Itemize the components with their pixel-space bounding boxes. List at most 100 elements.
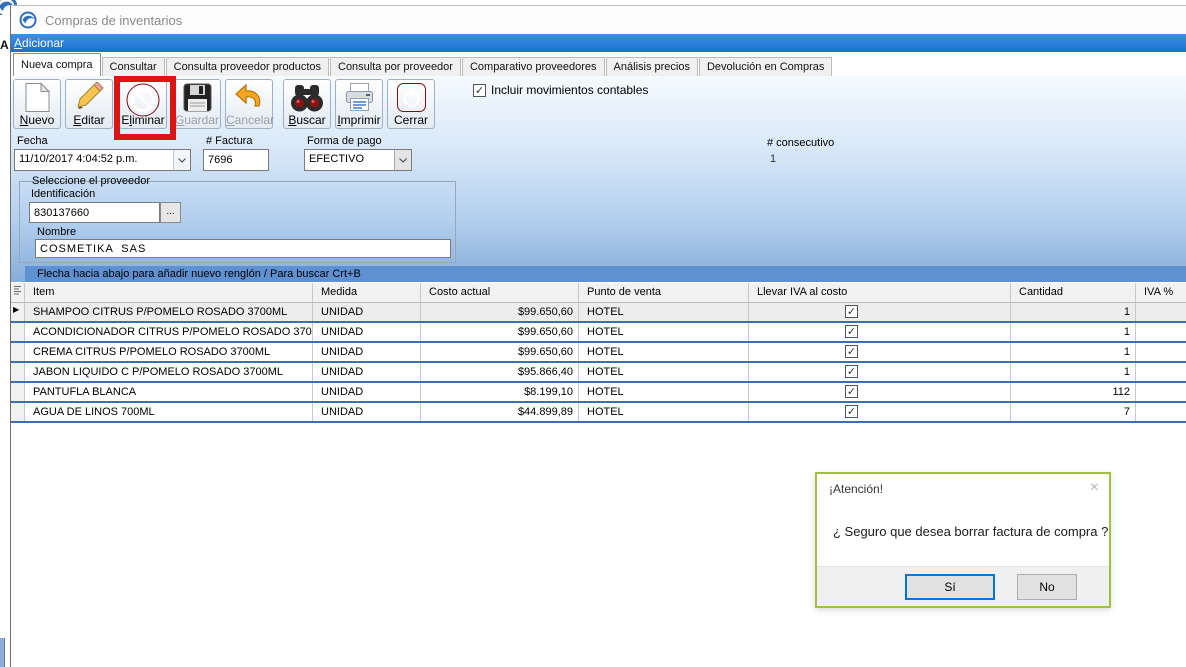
consecutivo-value: 1	[770, 153, 776, 165]
fecha-label: Fecha	[17, 135, 48, 147]
menu-item-adicionar[interactable]: Adicionar	[11, 34, 67, 50]
identificacion-label: Identificación	[31, 188, 95, 200]
binoculars-icon	[284, 80, 330, 114]
row-selector-header[interactable]	[11, 283, 25, 302]
grid-hint-bar: Flecha hacia abajo para añadir nuevo ren…	[25, 266, 1186, 282]
column-header-cantidad[interactable]: Cantidad	[1011, 283, 1136, 302]
row-cell	[1136, 343, 1186, 361]
row-cell	[1136, 303, 1186, 321]
row-cell	[11, 343, 25, 361]
row-cell: 1	[1011, 303, 1136, 321]
iva-checkbox[interactable]: ✓	[845, 385, 858, 398]
guardar-button[interactable]: Guardar	[173, 79, 221, 129]
row-cell: ✓	[749, 343, 1011, 361]
undo-icon	[226, 80, 272, 114]
tab-consulta-proveedor-productos[interactable]: Consulta proveedor productos	[166, 57, 329, 76]
guardar-button-label: Guardar	[174, 114, 220, 126]
cancelar-button[interactable]: Cancelar	[225, 79, 273, 129]
save-icon	[174, 80, 220, 114]
row-cell: HOTEL	[579, 383, 749, 401]
factura-label: # Factura	[206, 135, 252, 147]
consecutivo-label: # consecutivo	[767, 137, 834, 149]
tab-consulta-por-proveedor[interactable]: Consulta por proveedor	[330, 57, 461, 76]
iva-checkbox[interactable]: ✓	[845, 325, 858, 338]
column-header-costo-actual[interactable]: Costo actual	[421, 283, 579, 302]
row-cell	[11, 403, 25, 421]
row-cell: UNIDAD	[313, 403, 421, 421]
row-cell: UNIDAD	[313, 323, 421, 341]
column-header-item[interactable]: Item	[25, 283, 313, 302]
nombre-label: Nombre	[37, 226, 76, 238]
table-row[interactable]: ACONDICIONADOR CITRUS P/POMELO ROSADO 37…	[11, 323, 1186, 343]
tab-strip: Nueva compraConsultarConsulta proveedor …	[11, 52, 1186, 76]
nombre-input[interactable]	[35, 239, 451, 258]
row-cell: 1	[1011, 363, 1136, 381]
row-cell: UNIDAD	[313, 363, 421, 381]
nuevo-button-label: Nuevo	[14, 114, 60, 126]
row-cell: ▶	[11, 303, 25, 321]
yes-button[interactable]: Sí	[905, 574, 995, 600]
tab-comparativo-proveedores[interactable]: Comparativo proveedores	[462, 57, 605, 76]
dialog-message: ¿ Seguro que desea borrar factura de com…	[833, 524, 1108, 539]
include-movements-label: Incluir movimientos contables	[491, 83, 648, 97]
table-row[interactable]: JABON LIQUIDO C P/POMELO ROSADO 3700MLUN…	[11, 363, 1186, 383]
forma-pago-combobox[interactable]: EFECTIVO	[304, 149, 412, 171]
identificacion-input[interactable]	[29, 202, 160, 223]
row-cell: $8.199,10	[421, 383, 579, 401]
column-header-iva-%[interactable]: IVA %	[1136, 283, 1186, 302]
row-cell	[1136, 383, 1186, 401]
tab-consultar[interactable]: Consultar	[102, 57, 165, 76]
grid-header-row: ItemMedidaCosto actualPunto de ventaLlev…	[11, 283, 1186, 303]
dialog-footer: Sí No	[817, 566, 1109, 606]
iva-checkbox[interactable]: ✓	[845, 365, 858, 378]
row-cell: ✓	[749, 323, 1011, 341]
no-button[interactable]: No	[1017, 574, 1077, 600]
table-row[interactable]: CREMA CITRUS P/POMELO ROSADO 3700MLUNIDA…	[11, 343, 1186, 363]
tab-devolución-en-compras[interactable]: Devolución en Compras	[699, 57, 832, 76]
row-cell: HOTEL	[579, 323, 749, 341]
column-header-medida[interactable]: Medida	[313, 283, 421, 302]
table-row[interactable]: PANTUFLA BLANCAUNIDAD$8.199,10HOTEL✓112	[11, 383, 1186, 403]
items-grid: ItemMedidaCosto actualPunto de ventaLlev…	[11, 283, 1186, 423]
fecha-dropdown-icon[interactable]	[173, 150, 190, 170]
column-header-punto-de-venta[interactable]: Punto de venta	[579, 283, 749, 302]
include-movements-checkbox[interactable]: ✓	[473, 84, 486, 97]
row-cell	[11, 383, 25, 401]
row-cell: $95.866,40	[421, 363, 579, 381]
imprimir-button[interactable]: Imprimir	[335, 79, 383, 129]
background-partial-text: A	[0, 38, 10, 52]
forma-pago-value: EFECTIVO	[305, 150, 394, 170]
forma-pago-dropdown-icon[interactable]	[394, 150, 411, 170]
iva-checkbox[interactable]: ✓	[845, 405, 858, 418]
tab-nueva-compra[interactable]: Nueva compra	[13, 53, 101, 76]
factura-input[interactable]	[203, 149, 269, 171]
row-cell: HOTEL	[579, 403, 749, 421]
cerrar-button[interactable]: Cerrar	[387, 79, 435, 129]
fecha-combobox[interactable]: 11/10/2017 4:04:52 p.m.	[14, 149, 191, 171]
include-movements-row: ✓ Incluir movimientos contables	[473, 83, 648, 97]
row-cell: ACONDICIONADOR CITRUS P/POMELO ROSADO 37…	[25, 323, 313, 341]
column-header-llevar-iva-al-costo[interactable]: Llevar IVA al costo	[749, 283, 1011, 302]
fecha-value: 11/10/2017 4:04:52 p.m.	[15, 150, 173, 170]
title-bar: Compras de inventarios	[11, 6, 1186, 34]
close-icon[interactable]: ×	[1090, 479, 1099, 497]
iva-checkbox[interactable]: ✓	[845, 305, 858, 318]
editar-button[interactable]: Editar	[65, 79, 113, 129]
confirm-delete-dialog: ¡Atención! × ¿ Seguro que desea borrar f…	[815, 472, 1111, 608]
row-cell: $44.899,89	[421, 403, 579, 421]
identificacion-browse-button[interactable]: ...	[160, 202, 181, 223]
nuevo-button[interactable]: Nuevo	[13, 79, 61, 129]
tab-análisis-precios[interactable]: Análisis precios	[606, 57, 698, 76]
table-row[interactable]: ▶SHAMPOO CITRUS P/POMELO ROSADO 3700MLUN…	[11, 303, 1186, 323]
iva-checkbox[interactable]: ✓	[845, 345, 858, 358]
row-cell: UNIDAD	[313, 383, 421, 401]
row-cell: UNIDAD	[313, 343, 421, 361]
row-cell: ✓	[749, 303, 1011, 321]
row-cell: SHAMPOO CITRUS P/POMELO ROSADO 3700ML	[25, 303, 313, 321]
row-cell: HOTEL	[579, 303, 749, 321]
row-cell: 1	[1011, 343, 1136, 361]
buscar-button[interactable]: Buscar	[283, 79, 331, 129]
row-cell	[1136, 403, 1186, 421]
table-row[interactable]: AGUA DE LINOS 700MLUNIDAD$44.899,89HOTEL…	[11, 403, 1186, 423]
imprimir-button-label: Imprimir	[336, 114, 382, 126]
